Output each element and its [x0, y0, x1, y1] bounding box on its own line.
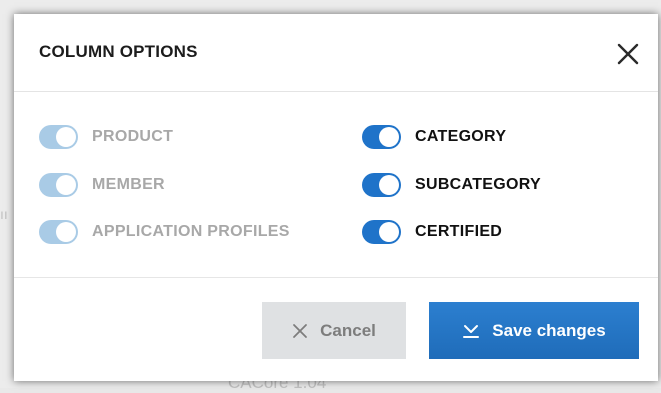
save-changes-label: Save changes	[492, 320, 606, 340]
toggle-knob	[56, 127, 76, 147]
toggle-knob	[379, 222, 399, 242]
toggle-category[interactable]	[362, 125, 401, 149]
x-icon	[292, 323, 308, 339]
dialog-title: COLUMN OPTIONS	[39, 42, 198, 61]
toggle-subcategory[interactable]	[362, 173, 401, 197]
cancel-button-label: Cancel	[320, 320, 376, 340]
option-certified: CERTIFIED	[362, 220, 502, 244]
close-icon	[617, 43, 639, 65]
option-category: CATEGORY	[362, 125, 506, 149]
option-application-profiles: APPLICATION PROFILES	[39, 220, 290, 244]
column-options-dialog: COLUMN OPTIONS PRODUCT MEMBER APPLICATIO…	[14, 14, 658, 381]
option-label-member: MEMBER	[92, 176, 165, 193]
toggle-knob	[379, 175, 399, 195]
option-product: PRODUCT	[39, 125, 173, 149]
background-partial-text: ıı	[0, 206, 8, 222]
option-subcategory: SUBCATEGORY	[362, 173, 541, 197]
close-button[interactable]	[612, 38, 644, 70]
toggle-knob	[56, 222, 76, 242]
toggle-knob	[379, 127, 399, 147]
download-check-icon	[462, 322, 480, 340]
cancel-button[interactable]: Cancel	[262, 302, 406, 359]
toggle-member[interactable]	[39, 173, 78, 197]
option-label-application-profiles: APPLICATION PROFILES	[92, 223, 290, 240]
toggle-knob	[56, 175, 76, 195]
toggle-application-profiles[interactable]	[39, 220, 78, 244]
toggle-certified[interactable]	[362, 220, 401, 244]
option-label-category: CATEGORY	[415, 128, 507, 145]
option-member: MEMBER	[39, 173, 165, 197]
toggle-product[interactable]	[39, 125, 78, 149]
option-label-certified: CERTIFIED	[415, 223, 503, 240]
option-label-subcategory: SUBCATEGORY	[415, 176, 541, 193]
dialog-footer: Cancel Save changes	[14, 277, 658, 381]
option-label-product: PRODUCT	[92, 128, 174, 145]
dialog-header: COLUMN OPTIONS	[14, 14, 658, 92]
save-changes-button[interactable]: Save changes	[429, 302, 639, 359]
